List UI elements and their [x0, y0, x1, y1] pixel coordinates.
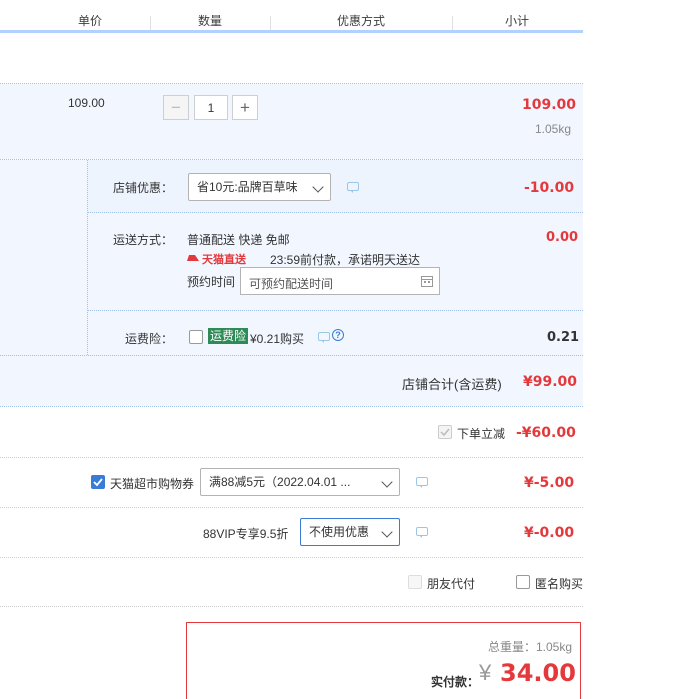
- coupon-label: 天猫超市购物券: [110, 477, 195, 491]
- vip-select[interactable]: 不使用优惠: [300, 518, 400, 546]
- pay-amount: 34.00: [500, 659, 576, 687]
- col-qty: 数量: [198, 14, 223, 28]
- insurance-price: ¥0.21购买: [250, 332, 305, 346]
- anonymous-label: 匿名购买: [535, 577, 584, 591]
- coupon-checkbox[interactable]: [91, 475, 105, 489]
- reserve-placeholder: 可预约配送时间: [249, 277, 334, 291]
- total-weight: 总重量：1.05kg: [488, 638, 572, 655]
- insurance-amount: 0.21: [547, 330, 580, 345]
- total-weight-label: 总重量：: [487, 640, 536, 654]
- coupon-value: 满88减5元（2022.04.01 ...: [209, 475, 351, 489]
- delivery-promise: 23:59前付款，承诺明天送达: [270, 253, 421, 267]
- insurance-label: 运费险：: [125, 332, 174, 346]
- tmall-direct-text: 天猫直送: [202, 254, 246, 266]
- message-icon[interactable]: [416, 527, 428, 538]
- insurance-checkbox[interactable]: [189, 330, 203, 344]
- col-promo: 优惠方式: [337, 14, 386, 28]
- table-header: 单价 数量 优惠方式 小计: [0, 0, 583, 33]
- shop-discount-value: 省10元:品牌百草味: [197, 180, 298, 194]
- item-weight: 1.05kg: [535, 122, 572, 136]
- quantity-input[interactable]: 1: [194, 95, 228, 120]
- reserve-time-input[interactable]: 可预约配送时间: [240, 267, 440, 295]
- check-icon: [93, 478, 103, 487]
- tmall-direct-badge: 天猫直送: [186, 251, 258, 266]
- message-icon[interactable]: [347, 182, 359, 193]
- vip-amount: ¥-0.00: [524, 525, 575, 541]
- col-price: 单价: [78, 14, 103, 28]
- vip-value: 不使用优惠: [309, 525, 370, 539]
- shop-discount-label: 店铺优惠：: [113, 181, 174, 195]
- friend-pay-label: 朋友代付: [427, 577, 476, 591]
- friend-pay-checkbox[interactable]: [408, 575, 422, 589]
- shop-discount-select[interactable]: 省10元:品牌百草味: [188, 173, 331, 201]
- chevron-down-icon: [381, 476, 393, 488]
- total-weight-value: 1.05kg: [535, 640, 572, 654]
- shipping-amount: 0.00: [546, 230, 579, 245]
- qty-minus-button[interactable]: −: [163, 95, 189, 120]
- check-icon: [440, 428, 450, 437]
- shipping-label: 运送方式：: [113, 233, 174, 247]
- anonymous-checkbox[interactable]: [516, 575, 530, 589]
- message-icon[interactable]: [416, 477, 428, 488]
- qty-plus-button[interactable]: +: [232, 95, 258, 120]
- shipping-method: 普通配送 快递 免邮: [187, 233, 290, 247]
- truck-icon: [187, 255, 199, 261]
- chevron-down-icon: [381, 526, 393, 538]
- instant-discount-amount: -¥60.00: [516, 425, 576, 441]
- col-subtotal: 小计: [505, 14, 530, 28]
- pay-label: 实付款：: [431, 675, 480, 689]
- unit-price: 109.00: [68, 96, 105, 110]
- shop-total-label: 店铺合计(含运费): [402, 377, 502, 392]
- help-icon[interactable]: ?: [332, 329, 344, 341]
- coupon-select[interactable]: 满88减5元（2022.04.01 ...: [200, 468, 400, 496]
- message-icon[interactable]: [318, 332, 330, 343]
- divider: [0, 355, 583, 356]
- insurance-tag: 运费险: [208, 328, 249, 344]
- currency-symbol: ¥: [479, 660, 492, 685]
- coupon-amount: ¥-5.00: [524, 475, 575, 491]
- divider: [0, 406, 583, 407]
- shop-total-amount: ¥99.00: [523, 374, 578, 390]
- pay-summary-box: 总重量：1.05kg 实付款： ¥ 34.00: [186, 622, 581, 699]
- chevron-down-icon: [312, 181, 324, 193]
- instant-discount-label: 下单立减: [457, 427, 506, 441]
- shop-discount-amount: -10.00: [524, 180, 575, 196]
- item-subtotal: 109.00: [522, 97, 577, 113]
- calendar-icon[interactable]: [421, 275, 433, 287]
- vip-label: 88VIP专享9.5折: [203, 527, 289, 541]
- reserve-label: 预约时间: [187, 275, 236, 289]
- instant-discount-checkbox[interactable]: [438, 425, 452, 439]
